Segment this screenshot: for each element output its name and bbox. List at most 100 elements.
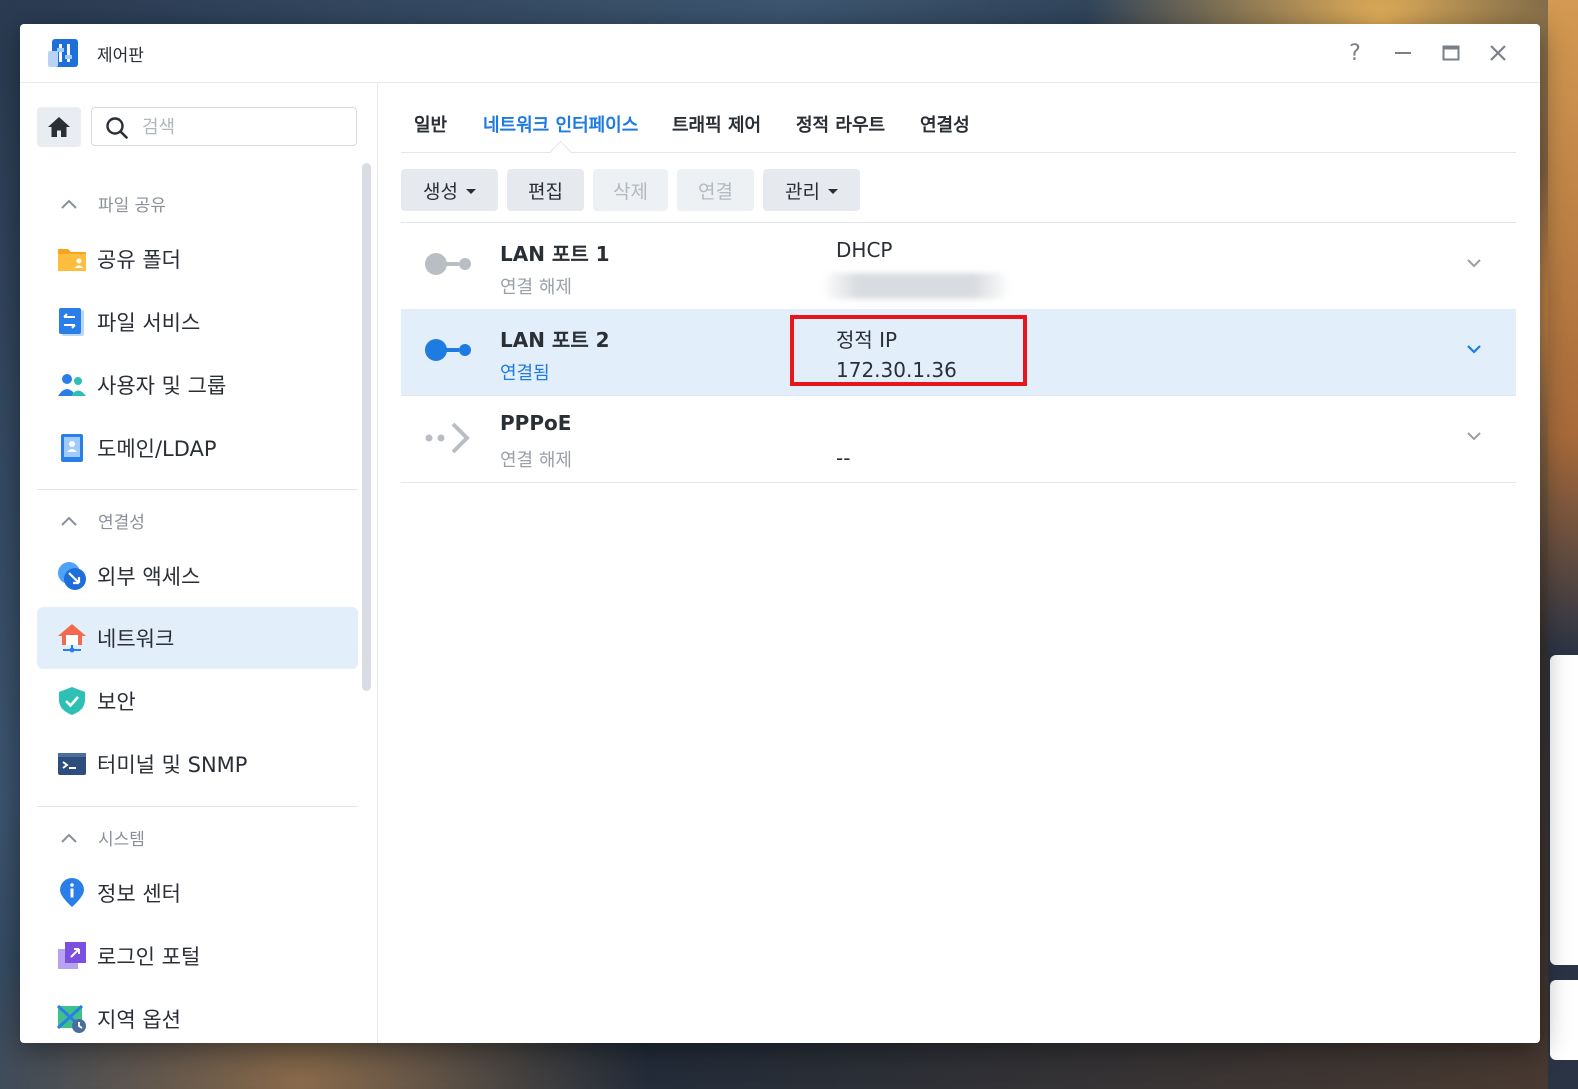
- caret-down-icon: [465, 189, 476, 194]
- chevron-up-icon: [61, 199, 77, 209]
- tab-bar: 일반 네트워크 인터페이스 트래픽 제어 정적 라우트 연결성: [401, 83, 1516, 163]
- delete-label: 삭제: [613, 180, 648, 203]
- caret-down-icon: [827, 189, 838, 194]
- minimize-button[interactable]: [1388, 38, 1418, 68]
- sidebar-item-network[interactable]: 네트워크: [37, 607, 358, 669]
- sidebar-divider: [37, 806, 358, 807]
- terminal-icon: [58, 753, 86, 775]
- sidebar-item-label: 지역 옵션: [97, 1008, 181, 1032]
- help-button[interactable]: ?: [1340, 38, 1370, 68]
- blurred-ip-address: [821, 273, 1011, 299]
- sidebar-item-label: 도메인/LDAP: [97, 437, 217, 461]
- edit-label: 편집: [528, 180, 563, 203]
- control-panel-window: 제어판 ? 파일 공유 공유 폴더 파일 서: [20, 24, 1540, 1043]
- sidebar-item-info-center[interactable]: 정보 센터: [37, 862, 358, 924]
- background-window-edge: [1550, 980, 1578, 1060]
- pppoe-icon: [425, 422, 470, 454]
- network-icon: [58, 624, 86, 653]
- background-window-edge: [1550, 655, 1578, 965]
- interface-status: 연결 해제: [500, 277, 572, 298]
- home-button[interactable]: [37, 107, 81, 147]
- chevron-up-icon: [61, 516, 77, 526]
- desktop-background-right: [1548, 0, 1578, 1089]
- tab-connectivity[interactable]: 연결성: [920, 111, 970, 137]
- domain-ldap-icon: [61, 434, 83, 462]
- sidebar-item-external-access[interactable]: 외부 액세스: [37, 545, 358, 607]
- edit-button[interactable]: 편집: [507, 169, 584, 211]
- tab-network-interface[interactable]: 네트워크 인터페이스: [483, 111, 638, 137]
- external-access-icon: [58, 562, 86, 590]
- tab-static-route[interactable]: 정적 라우트: [796, 111, 885, 137]
- help-icon: ?: [1349, 40, 1361, 66]
- titlebar: 제어판 ?: [20, 24, 1540, 83]
- sidebar-item-users-groups[interactable]: 사용자 및 그룹: [37, 354, 358, 416]
- interface-status: 연결 해제: [500, 450, 572, 471]
- sidebar-item-domain-ldap[interactable]: 도메인/LDAP: [37, 417, 358, 479]
- interface-row-lan2[interactable]: LAN 포트 2 연결됨 정적 IP 172.30.1.36: [401, 309, 1516, 396]
- shared-folder-icon: [58, 249, 86, 271]
- sidebar-item-label: 로그인 포털: [97, 945, 201, 969]
- manage-label: 관리: [785, 180, 820, 203]
- login-portal-icon: [58, 942, 86, 969]
- interface-ip: --: [836, 446, 851, 470]
- section-header-system[interactable]: 시스템: [60, 825, 145, 850]
- sidebar-item-label: 외부 액세스: [97, 565, 201, 589]
- info-center-icon: [60, 878, 84, 907]
- file-services-icon: [59, 308, 84, 336]
- tab-general[interactable]: 일반: [414, 111, 447, 137]
- sidebar-item-login-portal[interactable]: 로그인 포털: [37, 925, 358, 987]
- interface-mode: DHCP: [836, 238, 893, 262]
- search-box[interactable]: [91, 107, 357, 146]
- sidebar-scrollbar[interactable]: [362, 163, 371, 691]
- sidebar-item-terminal-snmp[interactable]: 터미널 및 SNMP: [37, 733, 358, 795]
- main-panel: 일반 네트워크 인터페이스 트래픽 제어 정적 라우트 연결성 생성 편집 삭제…: [378, 83, 1540, 1043]
- home-icon: [48, 117, 70, 137]
- minimize-icon: [1395, 52, 1411, 54]
- sidebar-item-label: 터미널 및 SNMP: [97, 753, 248, 777]
- delete-button[interactable]: 삭제: [593, 169, 668, 211]
- lan-connected-icon: [425, 339, 471, 361]
- sidebar-item-file-services[interactable]: 파일 서비스: [37, 291, 358, 353]
- connect-button[interactable]: 연결: [677, 169, 754, 211]
- tab-traffic-control[interactable]: 트래픽 제어: [672, 111, 761, 137]
- sidebar-item-security[interactable]: 보안: [37, 670, 358, 732]
- sidebar-item-shared-folder[interactable]: 공유 폴더: [37, 228, 358, 290]
- create-button[interactable]: 생성: [401, 169, 498, 211]
- interface-name: LAN 포트 2: [500, 328, 610, 352]
- red-highlight-box: [790, 315, 1027, 386]
- security-shield-icon: [59, 687, 85, 715]
- manage-button[interactable]: 관리: [763, 169, 860, 211]
- active-tab-indicator: [549, 140, 572, 163]
- control-panel-app-icon: [48, 39, 78, 67]
- interface-row-lan1[interactable]: LAN 포트 1 연결 해제 DHCP: [401, 222, 1516, 310]
- sidebar-item-label: 네트워크: [97, 627, 175, 651]
- section-header-connectivity[interactable]: 연결성: [60, 508, 145, 533]
- window-title: 제어판: [97, 46, 144, 66]
- search-input[interactable]: [140, 113, 344, 141]
- create-label: 생성: [423, 180, 458, 203]
- sidebar: 파일 공유 공유 폴더 파일 서비스 사용자 및 그룹 도메인/LDAP 연결성…: [20, 83, 378, 1043]
- maximize-button[interactable]: [1436, 38, 1466, 68]
- section-title: 연결성: [98, 513, 145, 533]
- chevron-down-icon[interactable]: [1464, 253, 1484, 273]
- sidebar-item-label: 정보 센터: [97, 882, 181, 906]
- sidebar-item-label: 공유 폴더: [97, 248, 181, 272]
- close-icon: [1490, 45, 1506, 61]
- section-title: 파일 공유: [98, 196, 166, 216]
- interface-row-pppoe[interactable]: PPPoE 연결 해제 --: [401, 396, 1516, 483]
- sidebar-item-label: 파일 서비스: [97, 311, 201, 335]
- sidebar-item-regional-options[interactable]: 지역 옵션: [37, 988, 358, 1043]
- regional-options-icon: [57, 1004, 86, 1033]
- section-header-file-sharing[interactable]: 파일 공유: [60, 191, 166, 216]
- connect-label: 연결: [698, 180, 733, 203]
- chevron-up-icon: [61, 833, 77, 843]
- interface-status: 연결됨: [500, 363, 550, 384]
- interface-name: PPPoE: [500, 411, 572, 435]
- search-icon: [106, 117, 128, 139]
- chevron-down-icon[interactable]: [1464, 339, 1484, 359]
- chevron-down-icon[interactable]: [1464, 426, 1484, 446]
- maximize-icon: [1442, 45, 1460, 61]
- users-groups-icon: [58, 374, 86, 396]
- close-button[interactable]: [1483, 38, 1513, 68]
- sidebar-divider: [37, 489, 358, 490]
